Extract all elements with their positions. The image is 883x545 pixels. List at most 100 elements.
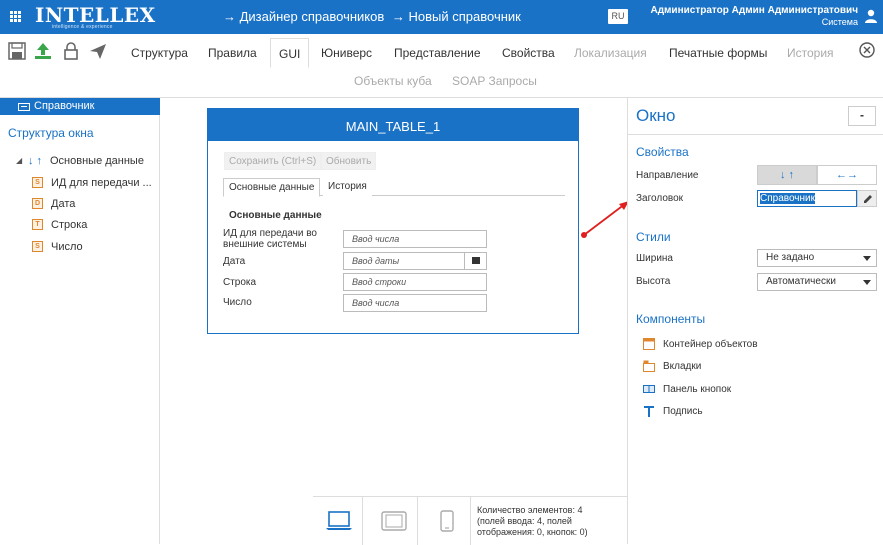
panel-title: Окно — [636, 106, 676, 125]
component-label: Вкладки — [663, 361, 702, 372]
close-icon[interactable] — [859, 42, 875, 58]
edit-caption-button[interactable] — [857, 190, 877, 207]
tree-item-label: Строка — [51, 219, 88, 231]
field-label: Число — [223, 297, 252, 308]
form-preview[interactable]: MAIN_TABLE_1 Сохранить (Ctrl+S) Обновить… — [207, 108, 579, 334]
field-label: ИД для передачи во внешние системы — [223, 228, 317, 250]
tab-localization[interactable]: Локализация — [574, 38, 647, 68]
container-icon — [643, 338, 655, 350]
direction-label: Направление — [636, 170, 699, 181]
section-properties: Свойства — [636, 145, 689, 159]
tab-structure[interactable]: Структура — [131, 38, 188, 68]
desktop-view-button[interactable] — [313, 497, 363, 545]
calendar-icon[interactable] — [464, 253, 486, 269]
lock-icon[interactable] — [62, 42, 80, 60]
save-icon[interactable] — [8, 42, 26, 60]
tab-print-forms[interactable]: Печатные формы — [669, 38, 767, 68]
vertical-direction-button[interactable]: ↓ ↑ — [757, 165, 817, 185]
annotation-arrow-icon — [581, 201, 629, 238]
left-panel: Справочник Структура окна ◢ ↓ ↑ Основные… — [0, 98, 160, 544]
app-header: INTELLEX intelligence & experience → Диз… — [0, 0, 883, 34]
id-input[interactable]: Ввод числа — [343, 230, 487, 248]
user-name[interactable]: Администратор Админ Администратович — [650, 5, 858, 16]
design-canvas: MAIN_TABLE_1 Сохранить (Ctrl+S) Обновить… — [160, 98, 627, 544]
form-tabs: Основные данные История — [223, 176, 565, 197]
tree-root-label: Основные данные — [50, 155, 144, 167]
user-icon[interactable] — [864, 9, 878, 23]
date-field-icon: D — [32, 198, 43, 209]
logo-tagline: intelligence & experience — [52, 24, 113, 30]
component-label: Контейнер объектов — [663, 339, 758, 350]
directory-label: Справочник — [34, 100, 95, 112]
phone-icon — [440, 510, 454, 532]
form-title: MAIN_TABLE_1 — [208, 109, 578, 141]
text-icon — [644, 406, 654, 417]
caption-input[interactable]: Справочник — [757, 190, 857, 207]
tab-gui[interactable]: GUI — [270, 38, 310, 68]
horizontal-direction-button[interactable]: ←→ — [817, 165, 877, 185]
elements-count: Количество элементов: 4 (полей ввода: 4,… — [477, 505, 588, 537]
number-field-icon: S — [32, 177, 43, 188]
breadcrumb-item: → Новый справочник — [391, 9, 521, 24]
date-placeholder: Ввод даты — [352, 256, 400, 266]
text-field-icon: T — [32, 219, 43, 230]
intellex-logo[interactable]: INTELLEX intelligence & experience — [35, 4, 155, 32]
laptop-icon — [326, 511, 352, 530]
date-input[interactable]: Ввод даты — [343, 252, 487, 270]
tab-view[interactable]: Представление — [394, 38, 481, 68]
collapse-button[interactable]: - — [848, 106, 876, 126]
apps-grid-icon[interactable] — [10, 11, 21, 22]
tab-cube-objects[interactable]: Объекты куба — [354, 72, 432, 90]
structure-title: Структура окна — [8, 126, 94, 140]
divider — [628, 134, 883, 135]
number-field-icon: S — [32, 241, 43, 252]
tab-main-data[interactable]: Основные данные — [223, 178, 321, 197]
caption-value: Справочник — [760, 193, 815, 204]
tab-rules[interactable]: Правила — [208, 38, 257, 68]
tree-item-label: Дата — [51, 198, 76, 210]
directory-selector[interactable]: Справочник — [0, 98, 160, 115]
tab-universe[interactable]: Юниверс — [321, 38, 372, 68]
tab-soap-requests[interactable]: SOAP Запросы — [452, 72, 537, 90]
refresh-button[interactable]: Обновить — [321, 152, 377, 170]
tabs-icon — [643, 360, 655, 372]
field-label: Дата — [223, 256, 246, 267]
vertical-direction-icon: ↓ ↑ — [28, 155, 43, 167]
save-button[interactable]: Сохранить (Ctrl+S) — [224, 152, 322, 170]
send-icon[interactable] — [89, 42, 107, 60]
button-panel-icon — [643, 385, 655, 393]
window-icon — [18, 103, 30, 111]
tree-item-label: ИД для передачи ... — [51, 177, 152, 189]
height-label: Высота — [636, 276, 671, 287]
tab-history[interactable]: История — [787, 38, 834, 68]
width-label: Ширина — [636, 253, 673, 264]
field-label: Строка — [223, 277, 257, 288]
user-role: Система — [821, 17, 858, 27]
device-bar: Количество элементов: 4 (полей ввода: 4,… — [313, 496, 627, 545]
tab-form-history[interactable]: История — [323, 178, 372, 197]
tablet-view-button[interactable] — [368, 497, 418, 545]
component-label: Панель кнопок — [663, 384, 732, 395]
logo-text: INTELLEX — [35, 3, 156, 27]
tree-item-label: Число — [51, 241, 83, 253]
breadcrumb: → Дизайнер справочников → Новый справочн… — [223, 9, 525, 24]
string-input[interactable]: Ввод строки — [343, 273, 487, 291]
number-input[interactable]: Ввод числа — [343, 294, 487, 312]
height-select[interactable]: Автоматически — [757, 273, 877, 291]
width-select[interactable]: Не задано — [757, 249, 877, 267]
pencil-icon — [864, 195, 872, 203]
tab-properties[interactable]: Свойства — [502, 38, 555, 68]
phone-view-button[interactable] — [421, 497, 471, 545]
breadcrumb-item[interactable]: → Дизайнер справочников — [223, 9, 384, 24]
publish-icon[interactable] — [34, 42, 52, 60]
section-styles: Стили — [636, 230, 671, 244]
component-label: Подпись — [663, 406, 703, 417]
properties-panel: Окно - Свойства Направление ↓ ↑ ←→ Загол… — [627, 98, 883, 544]
section-components: Компоненты — [636, 312, 706, 326]
expand-icon[interactable]: ◢ — [16, 153, 22, 169]
language-switch[interactable]: RU — [608, 9, 628, 24]
group-title: Основные данные — [229, 210, 322, 221]
tablet-icon — [381, 511, 407, 531]
caption-label: Заголовок — [636, 193, 684, 204]
toolbar: Структура Правила GUI Юниверс Представле… — [0, 34, 883, 98]
